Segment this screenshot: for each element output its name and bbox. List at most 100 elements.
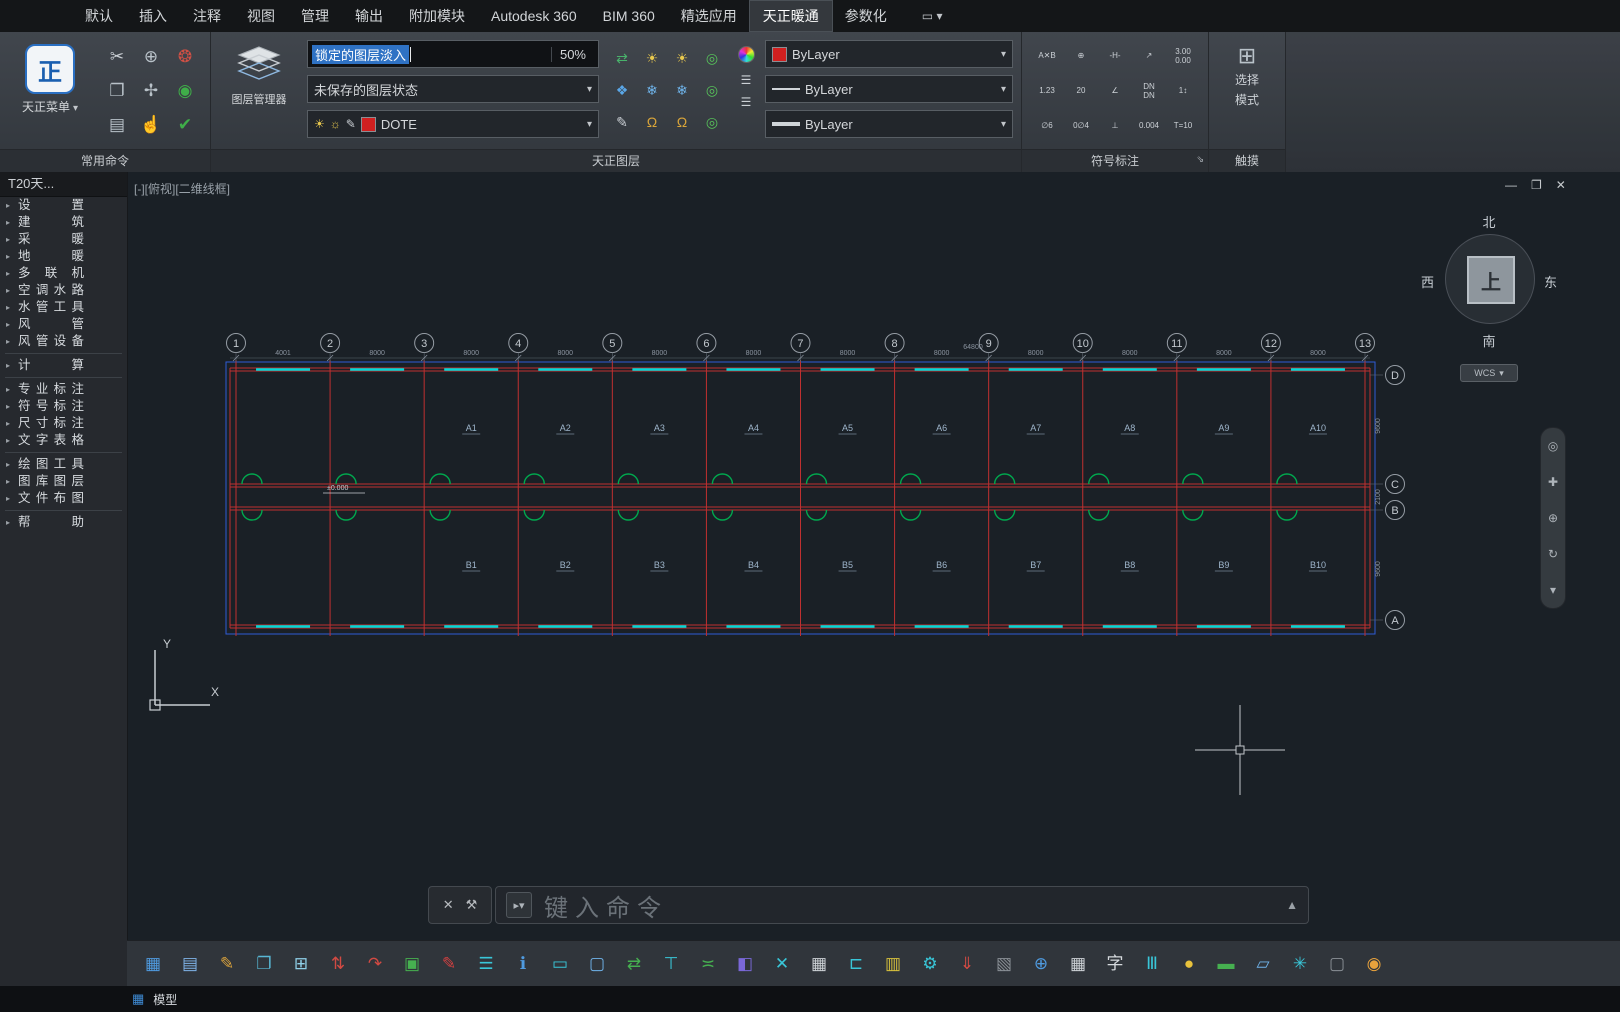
symbol-tool-7[interactable]: 20 (1064, 73, 1098, 108)
drawing-tool-icon-34[interactable]: ◉ (1361, 950, 1387, 978)
symbol-tool-13[interactable]: ⊥ (1098, 108, 1132, 143)
zoom-icon[interactable]: ⊕ (1548, 511, 1558, 525)
minimize-icon[interactable]: — (1505, 178, 1517, 192)
layer-isolate-icon[interactable]: ◎ (697, 42, 727, 74)
layer-edit-icon[interactable]: ✎ (607, 106, 637, 138)
drawing-tool-icon-3[interactable]: ✎ (214, 950, 240, 978)
layer-restore-icon[interactable]: ◎ (697, 74, 727, 106)
panel-label-common[interactable]: 常用命令 (0, 149, 210, 172)
menu-tab-默认[interactable]: 默认 (72, 1, 126, 31)
drawing-tool-icon-21[interactable]: ▥ (880, 950, 906, 978)
model-tab[interactable]: 模型 (153, 991, 177, 1008)
menu-tab-精选应用[interactable]: 精选应用 (668, 1, 750, 31)
compass-east[interactable]: 东 (1544, 272, 1557, 291)
command-prompt-icon[interactable]: ▸▾ (506, 892, 532, 918)
symbol-tool-4[interactable]: ↗ (1132, 38, 1166, 73)
symbol-tool-14[interactable]: 0.004 (1132, 108, 1166, 143)
layer-pen-icon[interactable]: ✎ (346, 117, 356, 131)
sidebar-item-风管[interactable]: ▸ 风 管 (0, 316, 127, 333)
menu-tab-Autodesk 360[interactable]: Autodesk 360 (478, 1, 590, 31)
drawing-tool-icon-33[interactable]: ▢ (1324, 950, 1350, 978)
linetype-bylayer-dropdown[interactable]: ByLayer ▾ (765, 75, 1013, 103)
select-mode-button[interactable]: ⊞ 选择 模式 (1217, 38, 1277, 108)
sidebar-item-采暖[interactable]: ▸ 采 暖 (0, 231, 127, 248)
drawing-tool-icon-26[interactable]: ▦ (1065, 950, 1091, 978)
layer-freeze-icon[interactable]: ❄ (637, 74, 667, 106)
sidebar-item-文字表格[interactable]: ▸ 文字表格 (0, 432, 127, 449)
menu-tab-附加模块[interactable]: 附加模块 (396, 1, 478, 31)
drawing-tool-icon-31[interactable]: ▱ (1250, 950, 1276, 978)
panel-launcher-icon[interactable]: ⇘ (1196, 148, 1204, 170)
full-navigation-icon[interactable]: ◎ (1548, 439, 1558, 453)
chevron-down-icon[interactable]: ▾ (1550, 583, 1556, 597)
menu-tab-管理[interactable]: 管理 (288, 1, 342, 31)
wrench-icon[interactable]: ⚒ (466, 897, 478, 913)
pan-icon[interactable]: ✚ (1548, 475, 1558, 489)
symbol-tool-2[interactable]: ⊕ (1064, 38, 1098, 73)
drawing-tool-icon-7[interactable]: ↷ (362, 950, 388, 978)
command-input[interactable]: ▸▾ 键入命令 ▲ (495, 886, 1309, 924)
layer-list2-icon[interactable]: ☰ (741, 96, 752, 108)
drawing-tool-icon-24[interactable]: ▧ (991, 950, 1017, 978)
sidebar-title[interactable]: T20天... (0, 172, 127, 197)
drawing-tool-icon-1[interactable]: ▦ (140, 950, 166, 978)
drawing-tool-icon-25[interactable]: ⊕ (1028, 950, 1054, 978)
pan-hand-icon[interactable]: ☝ (134, 108, 168, 142)
drawing-tool-icon-15[interactable]: ⊤ (658, 950, 684, 978)
sidebar-item-建筑[interactable]: ▸ 建 筑 (0, 214, 127, 231)
layer-lock-icon[interactable]: Ω (637, 106, 667, 138)
orbit-icon[interactable]: ↻ (1548, 547, 1558, 561)
color-wheel-icon[interactable] (737, 46, 755, 63)
drawing-tool-icon-29[interactable]: ● (1176, 950, 1202, 978)
tz-menu-button[interactable]: 正 天正菜单 ▾ (8, 38, 92, 115)
drawing-tool-icon-12[interactable]: ▭ (547, 950, 573, 978)
symbol-tool-15[interactable]: T=10 (1166, 108, 1200, 143)
symbol-tool-9[interactable]: DN DN (1132, 73, 1166, 108)
drawing-tool-icon-16[interactable]: ≍ (695, 950, 721, 978)
drawing-tool-icon-14[interactable]: ⇄ (621, 950, 647, 978)
menu-tab-参数化[interactable]: 参数化 (832, 1, 900, 31)
screen-share-icon[interactable]: ▭ ▾ (922, 9, 943, 23)
sidebar-item-风管设备[interactable]: ▸ 风管设备 (0, 333, 127, 350)
viewport-label[interactable]: [-][俯视][二维线框] (134, 180, 230, 197)
layer-match-icon[interactable]: ⇄ (607, 42, 637, 74)
symbol-tool-1[interactable]: A✕B (1030, 38, 1064, 73)
symbol-tool-8[interactable]: ∠ (1098, 73, 1132, 108)
symbol-tool-5[interactable]: 3.00 0.00 (1166, 38, 1200, 73)
restore-icon[interactable]: ❐ (1531, 178, 1542, 192)
drawing-tool-icon-30[interactable]: ▬ (1213, 950, 1239, 978)
drawing-tool-icon-32[interactable]: ✳ (1287, 950, 1313, 978)
compass-west[interactable]: 西 (1421, 272, 1434, 291)
chevron-up-icon[interactable]: ▲ (1286, 898, 1298, 912)
layer-walk-icon[interactable]: ❖ (607, 74, 637, 106)
layer-fade-input[interactable]: 锁定的图层淡入 50% (307, 40, 599, 68)
drawing-tool-icon-4[interactable]: ❐ (251, 950, 277, 978)
menu-tab-天正暖通[interactable]: 天正暖通 (748, 0, 833, 32)
menu-tab-视图[interactable]: 视图 (234, 1, 288, 31)
symbol-tool-6[interactable]: 1.23 (1030, 73, 1064, 108)
drawing-tool-icon-22[interactable]: ⚙ (917, 950, 943, 978)
view-cube-top-face[interactable]: 上 (1467, 256, 1515, 304)
drawing-tool-icon-18[interactable]: ✕ (769, 950, 795, 978)
move-icon[interactable]: ✢ (134, 74, 168, 108)
sidebar-item-帮助[interactable]: ▸ 帮 助 (0, 514, 127, 531)
record-icon[interactable]: ◉ (168, 74, 202, 108)
symbol-tool-10[interactable]: 1↕ (1166, 73, 1200, 108)
sidebar-item-文件布图[interactable]: ▸ 文件布图 (0, 490, 127, 507)
drawing-tool-icon-5[interactable]: ⊞ (288, 950, 314, 978)
menu-tab-插入[interactable]: 插入 (126, 1, 180, 31)
sidebar-item-水管工具[interactable]: ▸ 水管工具 (0, 299, 127, 316)
drawing-tool-icon-2[interactable]: ▤ (177, 950, 203, 978)
drawing-tool-icon-8[interactable]: ▣ (399, 950, 425, 978)
drawing-tool-icon-19[interactable]: ▦ (806, 950, 832, 978)
sidebar-item-绘图工具[interactable]: ▸ 绘图工具 (0, 456, 127, 473)
sidebar-item-图库图层[interactable]: ▸ 图库图层 (0, 473, 127, 490)
zoom-icon[interactable]: ⊕ (134, 40, 168, 74)
drawing-tool-icon-9[interactable]: ✎ (436, 950, 462, 978)
menu-tab-注释[interactable]: 注释 (180, 1, 234, 31)
drawing-tool-icon-11[interactable]: ℹ (510, 950, 536, 978)
layer-list-icon[interactable]: ☰ (741, 74, 752, 86)
drawing-tool-icon-20[interactable]: ⊏ (843, 950, 869, 978)
layer-on-all-icon[interactable]: ☀ (667, 42, 697, 74)
menu-tab-输出[interactable]: 输出 (342, 1, 396, 31)
